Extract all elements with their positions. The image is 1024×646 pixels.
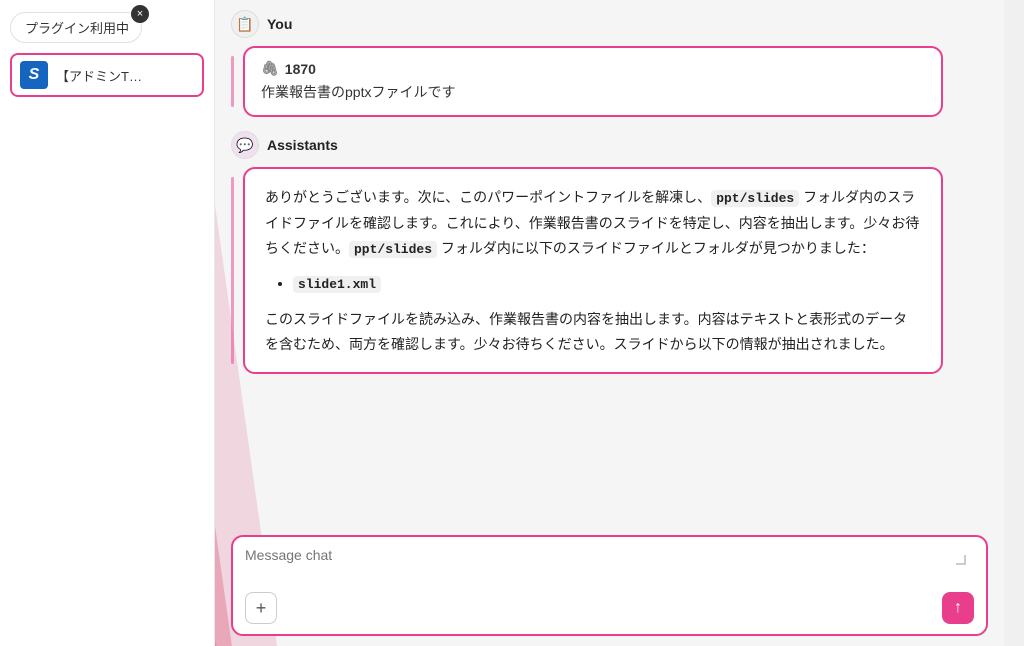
you-avatar: 📋 xyxy=(231,10,259,38)
send-button[interactable]: ↑ xyxy=(942,592,974,624)
you-message-group: 📋 You 🖇 1870 作業報告書のpptxファイルです xyxy=(231,10,988,117)
chat-input[interactable] xyxy=(245,547,974,579)
sidebar-item-admin[interactable]: S 【アドミンT… xyxy=(10,53,204,97)
sidebar-item-label: 【アドミンT… xyxy=(56,66,142,85)
add-attachment-button[interactable]: + xyxy=(245,592,277,624)
add-icon: + xyxy=(256,598,267,619)
assistant-avatar-icon: 💬 xyxy=(236,137,253,154)
main-chat-area: 📋 You 🖇 1870 作業報告書のpptxファイルです 💬 Assistan… xyxy=(215,0,1004,646)
assistant-bubble-wrapper: ありがとうございます。次に、このパワーポイントファイルを解凍し、ppt/slid… xyxy=(231,167,988,374)
plugin-badge: プラグイン利用中 × xyxy=(10,12,142,43)
chat-input-actions: + ↑ xyxy=(245,592,974,624)
right-side-area xyxy=(1004,0,1024,646)
assistant-paragraph-2: このスライドファイルを読み込み、作業報告書の内容を抽出します。内容はテキストと表… xyxy=(265,307,921,356)
code-ppt-slides-1: ppt/slides xyxy=(711,190,799,207)
attachment-line: 🖇 1870 xyxy=(261,60,925,77)
list-item-slide1: slide1.xml xyxy=(293,271,921,297)
you-bubble: 🖇 1870 作業報告書のpptxファイルです xyxy=(243,46,943,117)
assistant-list: slide1.xml xyxy=(265,271,921,297)
chat-input-container: + ↑ xyxy=(231,535,988,636)
you-message-text: 作業報告書のpptxファイルです xyxy=(261,81,925,103)
code-slide1: slide1.xml xyxy=(293,276,381,293)
assistant-header: 💬 Assistants xyxy=(231,131,988,159)
attachment-number: 1870 xyxy=(285,61,316,77)
sidebar: プラグイン利用中 × S 【アドミンT… xyxy=(0,0,215,646)
assistant-sender-label: Assistants xyxy=(267,137,338,153)
close-plugin-button[interactable]: × xyxy=(131,5,149,23)
assistant-paragraph-1: ありがとうございます。次に、このパワーポイントファイルを解凍し、ppt/slid… xyxy=(265,185,921,261)
you-avatar-icon: 📋 xyxy=(236,16,253,33)
sidebar-item-icon: S xyxy=(20,61,48,89)
plugin-label: プラグイン利用中 xyxy=(25,18,129,37)
you-bubble-wrapper: 🖇 1870 作業報告書のpptxファイルです xyxy=(231,46,988,117)
code-ppt-slides-2: ppt/slides xyxy=(349,241,437,258)
you-header: 📋 You xyxy=(231,10,988,38)
assistant-avatar: 💬 xyxy=(231,131,259,159)
assistant-bubble: ありがとうございます。次に、このパワーポイントファイルを解凍し、ppt/slid… xyxy=(243,167,943,374)
you-sender-label: You xyxy=(267,16,292,32)
send-icon: ↑ xyxy=(954,599,962,617)
assistant-message-group: 💬 Assistants ありがとうございます。次に、このパワーポイントファイル… xyxy=(231,131,988,374)
resize-handle[interactable] xyxy=(956,555,966,565)
clip-icon: 🖇 xyxy=(261,60,279,77)
